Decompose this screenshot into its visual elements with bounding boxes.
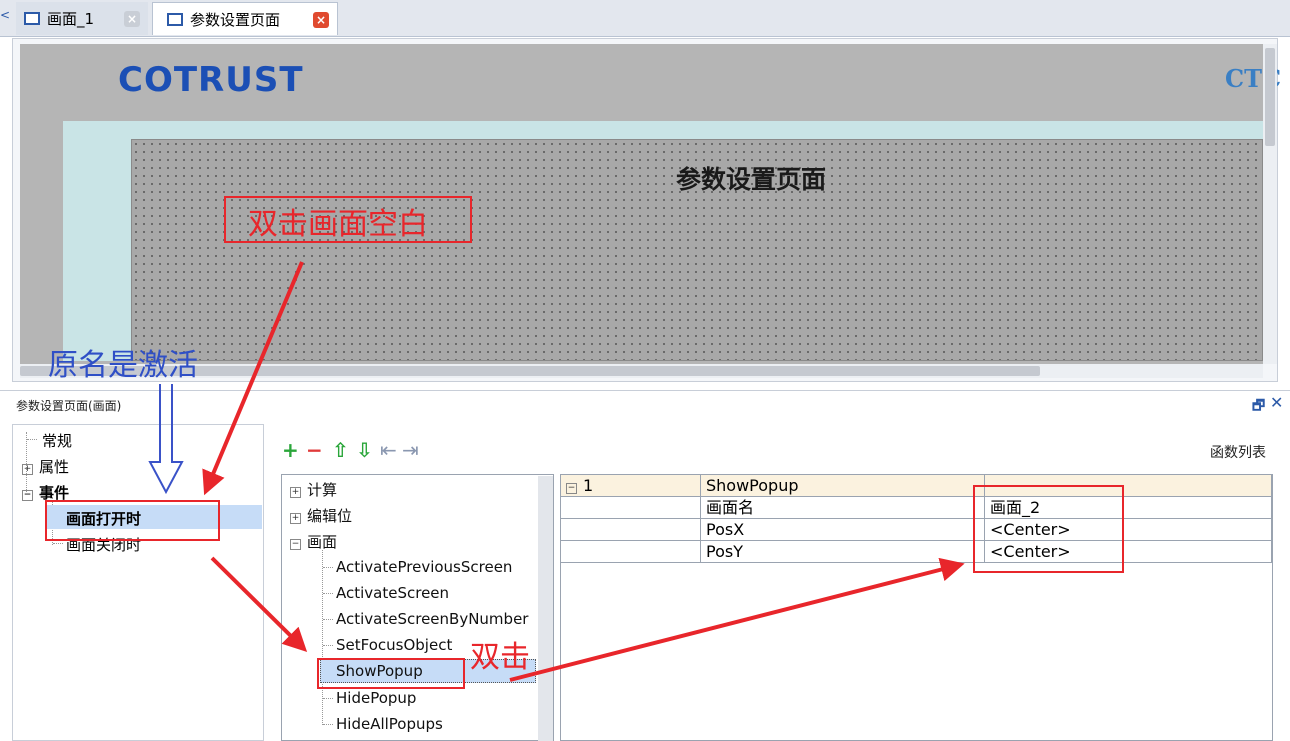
annotation-arrows <box>148 261 965 682</box>
arrow-to-function-tree <box>210 556 308 653</box>
arrow-to-params <box>509 557 965 682</box>
arrow-original-name <box>148 384 184 495</box>
arrow-to-screen-open <box>202 261 304 496</box>
